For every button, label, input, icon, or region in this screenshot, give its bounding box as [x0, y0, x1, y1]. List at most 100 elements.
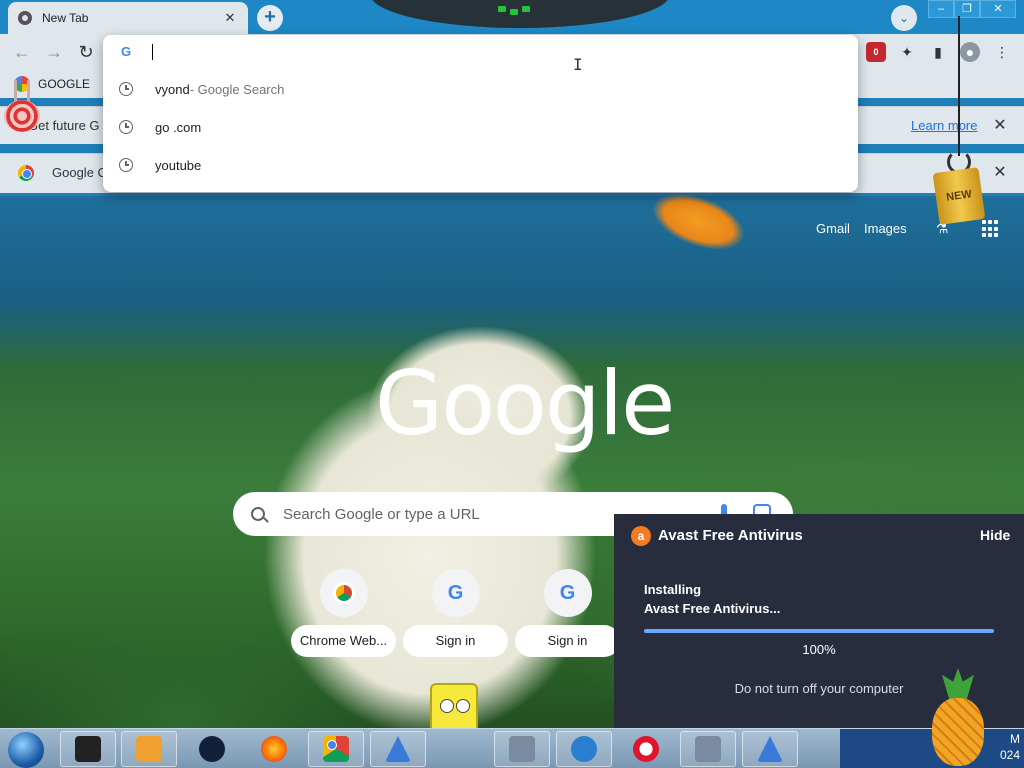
extensions-puzzle-icon[interactable]: ✦ — [897, 42, 917, 62]
snail-eyes — [14, 80, 30, 102]
install-status: Installing — [644, 582, 702, 597]
media-player-icon — [136, 736, 162, 762]
tab-strip: New Tab ✕ + ⌄ – ❐ ✕ — [0, 0, 1024, 34]
minimize-button[interactable]: – — [928, 0, 954, 18]
avast-title: Avast Free Antivirus — [658, 527, 803, 544]
chrome-web-store-icon — [319, 569, 368, 617]
led-indicator — [510, 9, 518, 15]
terminal-icon — [75, 736, 101, 762]
network-computer-icon — [509, 736, 535, 762]
ibeam-cursor-icon: I — [573, 55, 583, 74]
pineapple-leaves — [942, 668, 974, 702]
suggestion-item[interactable]: vyond - Google Search — [103, 70, 858, 108]
chrome-icon — [323, 736, 349, 762]
omnibox-dropdown: G vyond - Google Search go .com youtube — [103, 35, 858, 192]
suggestion-text: youtube — [155, 157, 202, 173]
messenger-icon — [571, 736, 597, 762]
bookmark-label: GOOGLE — [38, 77, 91, 91]
chrome-icon — [18, 165, 34, 181]
network-computer-icon — [695, 736, 721, 762]
side-panel-icon[interactable]: ▮ — [928, 42, 948, 62]
history-clock-icon — [119, 158, 133, 172]
pineapple-fruit — [932, 698, 984, 766]
reload-button[interactable]: ↻ — [74, 40, 98, 64]
globe-icon — [199, 736, 225, 762]
sponge-eye — [456, 699, 470, 713]
shark-icon — [385, 736, 411, 762]
windows-start-icon — [8, 732, 44, 768]
firefox-icon — [261, 736, 287, 762]
close-window-button[interactable]: ✕ — [980, 0, 1016, 18]
start-button[interactable] — [2, 730, 54, 768]
gmail-link[interactable]: Gmail — [816, 221, 850, 236]
taskbar-app[interactable] — [742, 731, 798, 767]
shortcut-label: Sign in — [515, 625, 620, 657]
new-tab-favicon — [18, 11, 32, 25]
google-g-icon: G — [120, 44, 132, 59]
search-placeholder: Search Google or type a URL — [283, 505, 480, 523]
new-tab-button[interactable]: + — [257, 5, 283, 31]
tab-new-tab[interactable]: New Tab ✕ — [8, 2, 248, 34]
suggestion-item[interactable]: go .com — [103, 108, 858, 146]
ublock-extension-icon[interactable]: 0 — [866, 42, 886, 62]
desktop-notch-widget — [370, 0, 670, 28]
install-progress-bar — [644, 629, 994, 633]
taskbar-app[interactable] — [121, 731, 177, 767]
taskbar-app[interactable] — [370, 731, 426, 767]
taskbar-app[interactable] — [184, 731, 240, 767]
back-button[interactable]: ← — [10, 40, 34, 64]
led-indicator — [522, 6, 530, 12]
search-icon — [251, 507, 265, 521]
fishing-line — [958, 16, 960, 156]
taskbar-app[interactable] — [308, 731, 364, 767]
profile-avatar-icon[interactable]: ● — [960, 42, 980, 62]
progress-percent: 100% — [802, 642, 836, 657]
tab-close-icon[interactable]: ✕ — [222, 10, 238, 26]
shortcut-label: Chrome Web... — [291, 625, 396, 657]
info-bar-close-icon[interactable]: ✕ — [992, 115, 1008, 135]
clock-line-1: M — [1010, 732, 1020, 746]
taskbar-app[interactable] — [556, 731, 612, 767]
address-bar[interactable]: G — [103, 35, 858, 69]
install-product: Avast Free Antivirus... — [644, 601, 781, 616]
hide-button[interactable]: Hide — [980, 527, 1010, 543]
shark-icon — [757, 736, 783, 762]
tab-search-button[interactable]: ⌄ — [891, 5, 917, 31]
google-g-icon: G — [543, 569, 592, 617]
images-link[interactable]: Images — [864, 221, 907, 236]
google-logo: Google — [375, 352, 675, 455]
learn-more-link[interactable]: Learn more — [911, 118, 977, 133]
taskbar-app[interactable] — [60, 731, 116, 767]
snail-desktop-pet[interactable] — [0, 80, 44, 134]
taskbar-app[interactable] — [680, 731, 736, 767]
taskbar-app[interactable] — [494, 731, 550, 767]
taskbar-app[interactable] — [618, 731, 674, 767]
suggestion-item[interactable]: youtube — [103, 146, 858, 184]
chrome-menu-button[interactable]: ⋮ — [992, 42, 1012, 62]
forward-button[interactable]: → — [42, 40, 66, 64]
pineapple-house-pet[interactable] — [930, 668, 986, 768]
shortcut-tile[interactable]: G Sign in — [515, 569, 620, 657]
sponge-body — [430, 683, 478, 733]
history-clock-icon — [119, 82, 133, 96]
taskbar: M 024 — [0, 728, 1024, 768]
tray-clock[interactable]: M 024 — [980, 731, 1020, 763]
info-bar-text: Google C — [52, 165, 107, 180]
snail-shell — [4, 100, 40, 132]
shortcut-tile[interactable]: Chrome Web... — [291, 569, 396, 657]
taskbar-app[interactable] — [246, 731, 302, 767]
suggestion-subtext: - Google Search — [189, 81, 285, 97]
google-apps-icon[interactable] — [982, 220, 1000, 238]
clock-line-2: 024 — [999, 748, 1020, 762]
suggestion-text: vyond — [155, 81, 190, 97]
tab-title: New Tab — [42, 11, 89, 25]
info-bar-close-icon[interactable]: ✕ — [992, 162, 1008, 182]
shortcut-tile[interactable]: G Sign in — [403, 569, 508, 657]
text-caret — [152, 44, 153, 60]
opera-icon — [633, 736, 659, 762]
suggestion-text: go .com — [155, 119, 202, 135]
sponge-eye — [440, 699, 454, 713]
new-can-pet[interactable]: NEW — [932, 167, 986, 225]
avast-logo-icon: a — [631, 526, 651, 546]
shortcut-label: Sign in — [403, 625, 508, 657]
